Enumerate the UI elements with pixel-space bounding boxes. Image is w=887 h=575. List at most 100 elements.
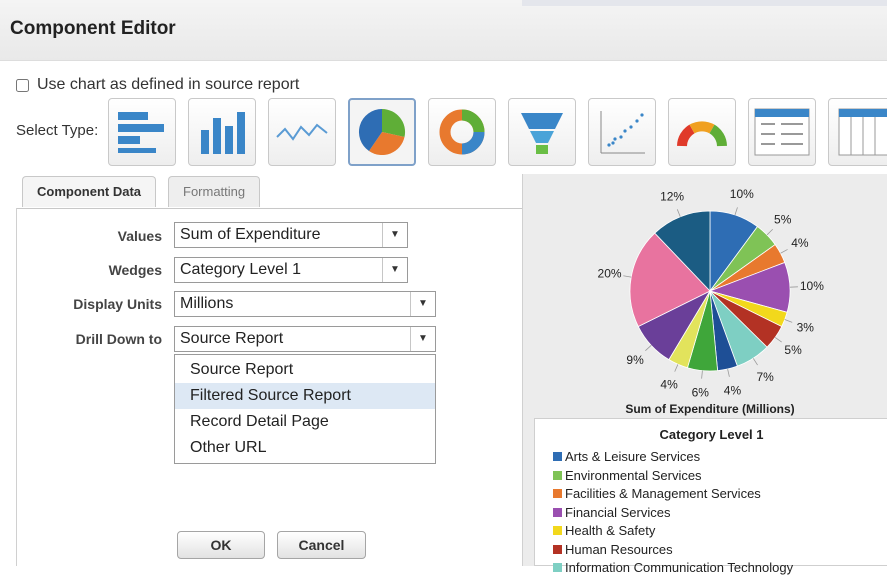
- legend-item: Environmental Services: [553, 468, 702, 483]
- donut-type-button[interactable]: [428, 98, 496, 166]
- legend-title: Category Level 1: [535, 427, 887, 442]
- slice-percent-label: 20%: [598, 266, 622, 280]
- slice-leader-line: [645, 345, 651, 350]
- slice-percent-label: 5%: [784, 343, 802, 357]
- slice-percent-label: 12%: [660, 189, 684, 203]
- legend-item: Health & Safety: [553, 523, 655, 538]
- drill-down-option[interactable]: Source Report: [175, 357, 435, 383]
- line-type-button[interactable]: [268, 98, 336, 166]
- legend-label: Financial Services: [565, 505, 671, 520]
- horizontal-bar-icon: [116, 110, 168, 154]
- table-partial-type-button[interactable]: [828, 98, 887, 166]
- chevron-down-icon: ▼: [382, 258, 407, 282]
- chart-legend: Category Level 1 Arts & Leisure Services…: [534, 418, 887, 566]
- line-chart-icon: [275, 117, 329, 147]
- values-selected-value: Sum of Expenditure: [180, 226, 321, 243]
- legend-swatch: [553, 471, 562, 480]
- drill-down-option[interactable]: Filtered Source Report: [175, 383, 435, 409]
- pie-chart: 10% 5% 4% 10% 3% 5% 7% 4% 6% 4% 9% 20% 12% Sum of Ex…: [522, 174, 887, 424]
- chevron-down-icon: ▼: [382, 223, 407, 247]
- table-partial-icon: [837, 107, 887, 157]
- drill-down-options-list: Source Report Filtered Source Report Rec…: [174, 354, 436, 464]
- pie-type-button[interactable]: [348, 98, 416, 166]
- tab-bar: Component Data Formatting: [16, 174, 522, 209]
- title-bar-strip: [522, 0, 887, 6]
- use-chart-checkbox[interactable]: [16, 79, 29, 92]
- display-units-selected-value: Millions: [180, 295, 233, 312]
- legend-swatch: [553, 508, 562, 517]
- use-chart-option[interactable]: Use chart as defined in source report: [16, 76, 299, 94]
- slice-leader-line: [781, 249, 788, 253]
- slice-percent-label: 4%: [791, 236, 809, 250]
- funnel-type-button[interactable]: [508, 98, 576, 166]
- legend-swatch: [553, 563, 562, 572]
- slice-percent-label: 10%: [730, 187, 754, 201]
- slice-percent-label: 4%: [660, 377, 678, 391]
- slice-leader-line: [675, 364, 678, 371]
- slice-percent-label: 10%: [800, 279, 824, 293]
- legend-swatch: [553, 545, 562, 554]
- values-label: Values: [10, 228, 162, 244]
- legend-label: Arts & Leisure Services: [565, 449, 700, 464]
- legend-item: Information Communication Technology: [553, 560, 793, 575]
- drill-down-option[interactable]: Record Detail Page: [175, 409, 435, 435]
- slice-percent-label: 7%: [756, 370, 774, 384]
- scatter-chart-icon: [597, 107, 647, 157]
- legend-item: Arts & Leisure Services: [553, 449, 700, 464]
- drill-down-select[interactable]: Source Report ▼: [174, 326, 436, 352]
- legend-item: Financial Services: [553, 505, 671, 520]
- slice-leader-line: [767, 229, 773, 235]
- tab-component-data[interactable]: Component Data: [22, 176, 156, 207]
- wedges-select[interactable]: Category Level 1 ▼: [174, 257, 408, 283]
- chart-type-selector: [108, 98, 887, 166]
- display-units-select[interactable]: Millions ▼: [174, 291, 436, 317]
- slice-percent-label: 5%: [774, 212, 792, 226]
- slice-percent-label: 6%: [692, 386, 710, 400]
- gauge-type-button[interactable]: [668, 98, 736, 166]
- title-bar: Component Editor: [0, 0, 887, 61]
- donut-chart-icon: [437, 107, 487, 157]
- slice-leader-line: [623, 276, 631, 277]
- drill-down-selected-value: Source Report: [180, 330, 283, 347]
- gauge-chart-icon: [674, 112, 730, 152]
- slice-percent-label: 3%: [797, 320, 815, 334]
- legend-swatch: [553, 452, 562, 461]
- drill-down-label: Drill Down to: [10, 331, 162, 347]
- legend-swatch: [553, 526, 562, 535]
- slice-percent-label: 9%: [626, 353, 644, 367]
- window-title: Component Editor: [10, 18, 176, 40]
- chevron-down-icon: ▼: [410, 292, 435, 316]
- vertical-bar-type-button[interactable]: [188, 98, 256, 166]
- table-type-button[interactable]: [748, 98, 816, 166]
- legend-swatch: [553, 489, 562, 498]
- slice-percent-label: 4%: [724, 383, 742, 397]
- chevron-down-icon: ▼: [410, 327, 435, 351]
- legend-label: Information Communication Technology: [565, 560, 793, 575]
- scatter-type-button[interactable]: [588, 98, 656, 166]
- tab-formatting[interactable]: Formatting: [168, 176, 260, 207]
- slice-leader-line: [677, 209, 680, 216]
- horizontal-bar-type-button[interactable]: [108, 98, 176, 166]
- values-select[interactable]: Sum of Expenditure ▼: [174, 222, 408, 248]
- slice-leader-line: [775, 337, 782, 342]
- legend-label: Environmental Services: [565, 468, 702, 483]
- legend-label: Human Resources: [565, 542, 673, 557]
- pie-chart-icon: [357, 107, 407, 157]
- table-icon: [753, 107, 811, 157]
- ok-button[interactable]: OK: [177, 531, 265, 559]
- drill-down-option[interactable]: Other URL: [175, 435, 435, 461]
- legend-label: Facilities & Management Services: [565, 486, 761, 501]
- funnel-chart-icon: [517, 107, 567, 157]
- select-type-label: Select Type:: [16, 122, 98, 139]
- cancel-button[interactable]: Cancel: [277, 531, 366, 559]
- slice-leader-line: [753, 358, 757, 365]
- slice-leader-line: [728, 369, 730, 377]
- slice-leader-line: [785, 320, 792, 323]
- wedges-selected-value: Category Level 1: [180, 261, 301, 278]
- vertical-bar-icon: [197, 110, 247, 154]
- slice-leader-line: [735, 207, 737, 215]
- chart-title: Sum of Expenditure (Millions): [625, 402, 794, 416]
- legend-item: Facilities & Management Services: [553, 486, 761, 501]
- legend-label: Health & Safety: [565, 523, 655, 538]
- use-chart-label: Use chart as defined in source report: [37, 76, 299, 94]
